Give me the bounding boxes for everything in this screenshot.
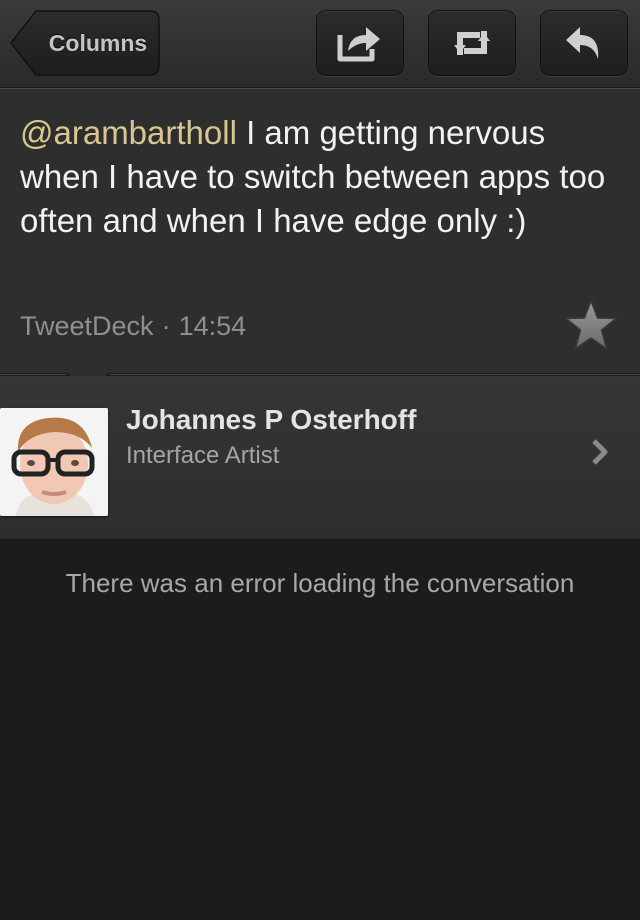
columns-back-label: Columns	[48, 29, 148, 56]
tweet-time: 14:54	[178, 311, 247, 341]
chevron-right-icon	[592, 439, 608, 465]
profile-title: Interface Artist	[126, 442, 280, 469]
retweet-button[interactable]	[428, 10, 516, 76]
tweet-text: @arambartholl I am getting nervous when …	[20, 111, 630, 243]
share-button[interactable]	[316, 10, 404, 76]
toolbar: Columns	[0, 0, 640, 88]
reply-button[interactable]	[540, 10, 628, 76]
retweet-icon	[454, 31, 490, 55]
reply-icon	[566, 27, 599, 59]
author-profile-row[interactable]: Johannes P Osterhoff Interface Artist	[0, 376, 640, 540]
conversation-error-message: There was an error loading the conversat…	[65, 568, 575, 598]
profile-name: Johannes P Osterhoff	[126, 404, 417, 435]
tweet-detail: @arambartholl I am getting nervous when …	[0, 88, 640, 374]
tweet-source[interactable]: TweetDeck	[20, 311, 154, 341]
avatar	[0, 408, 108, 516]
tweet-meta: TweetDeck · 14:54	[20, 311, 246, 342]
share-icon	[337, 27, 380, 62]
meta-separator: ·	[161, 311, 171, 341]
columns-back-button[interactable]: Columns	[10, 10, 160, 76]
mention-link[interactable]: @arambartholl	[20, 114, 237, 151]
star-icon[interactable]	[564, 299, 618, 351]
